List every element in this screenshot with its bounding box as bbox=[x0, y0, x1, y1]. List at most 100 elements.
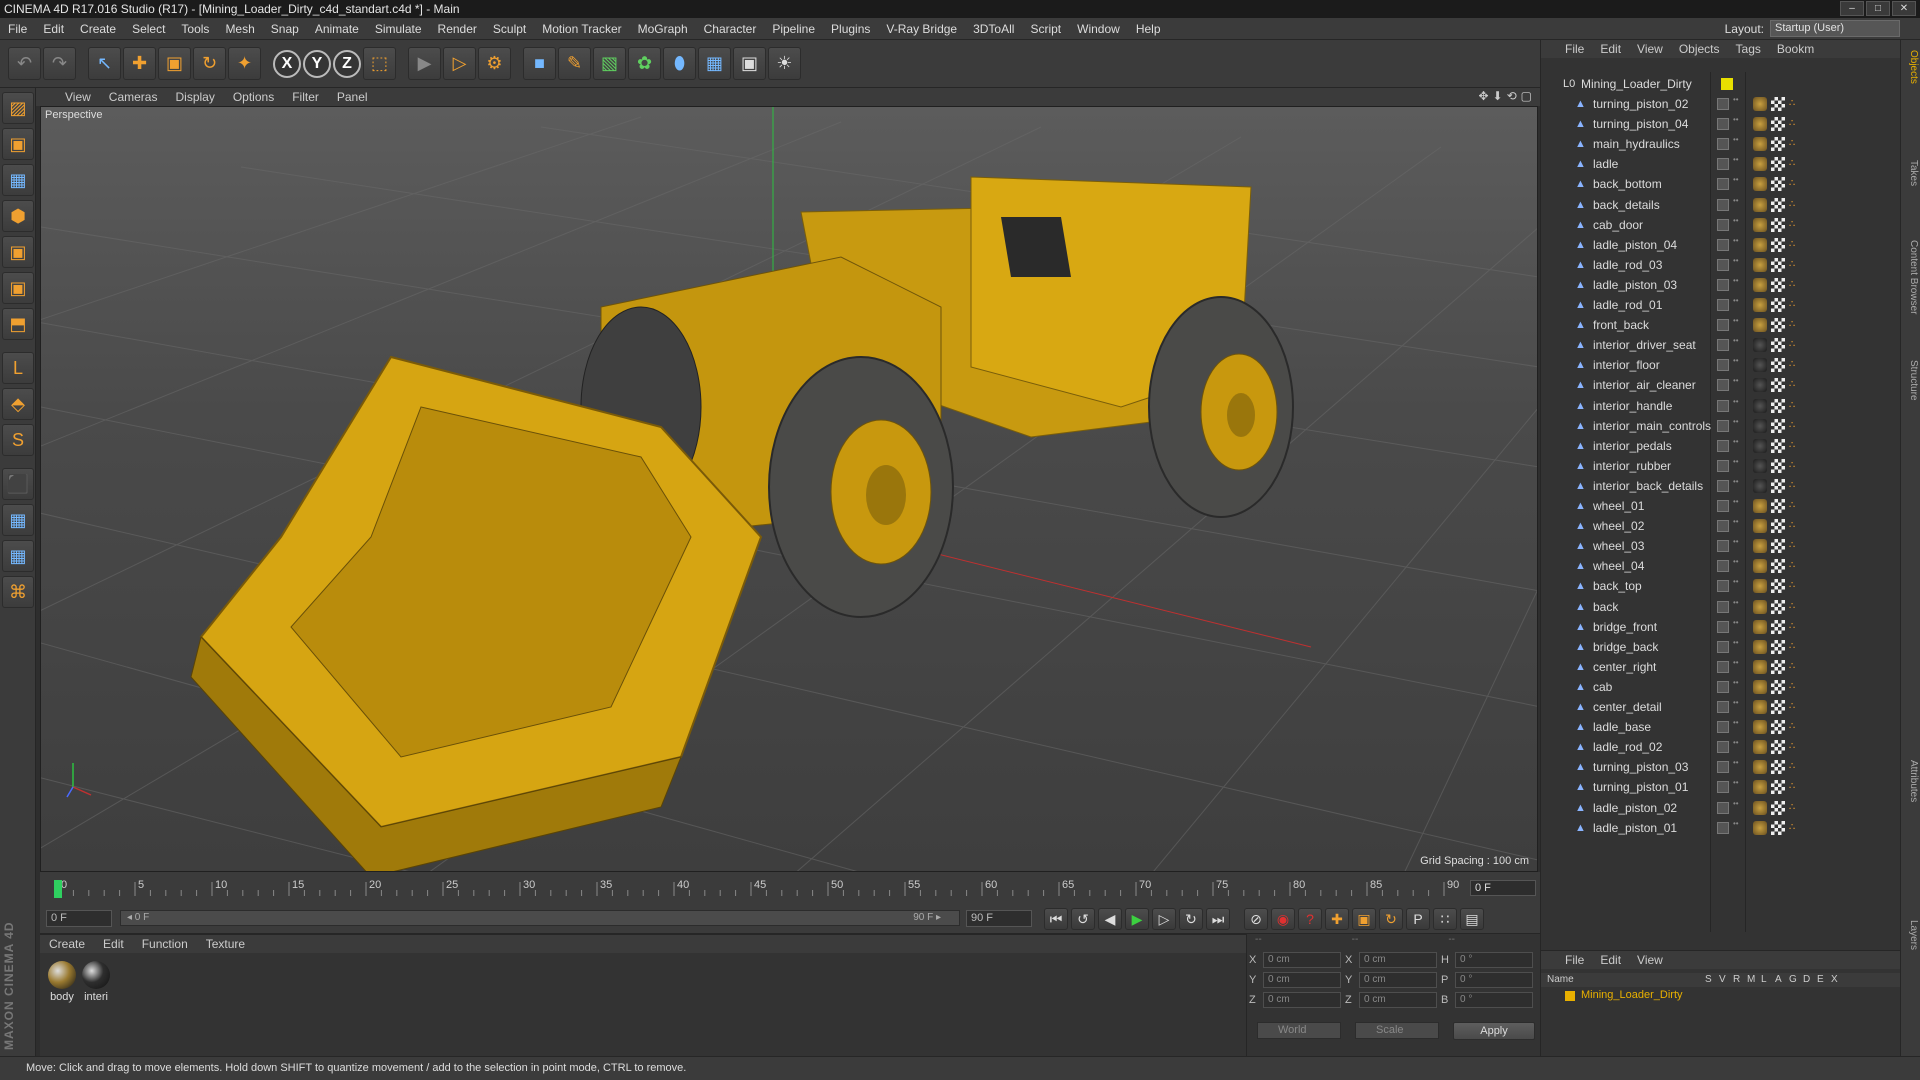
render-dots-icon[interactable]: •• bbox=[1733, 578, 1739, 594]
visibility-toggle[interactable] bbox=[1717, 479, 1729, 492]
render-dots-icon[interactable]: •• bbox=[1733, 317, 1739, 333]
material-tag-icon[interactable] bbox=[1753, 257, 1767, 272]
material-tag-icon[interactable] bbox=[1753, 298, 1767, 312]
orbit-icon[interactable]: ⟲ bbox=[1507, 89, 1517, 103]
visibility-toggle[interactable] bbox=[1717, 600, 1729, 613]
visibility-toggle[interactable] bbox=[1717, 399, 1729, 412]
viewport-menu-options[interactable]: Options bbox=[224, 90, 283, 104]
material-tag-icon[interactable] bbox=[1753, 157, 1767, 172]
visibility-toggle[interactable] bbox=[1717, 299, 1729, 311]
object-row[interactable]: ▲ ladle_rod_03 •• ∴ bbox=[1541, 255, 1901, 275]
material-tag-icon[interactable] bbox=[1753, 760, 1767, 775]
end-frame-field[interactable]: 90 F bbox=[966, 910, 1032, 927]
record-button[interactable]: ◉ bbox=[1271, 908, 1295, 930]
material-tag-icon[interactable] bbox=[1753, 358, 1767, 373]
frame-range-slider[interactable]: ◂ 0 F 90 F ▸ bbox=[120, 910, 960, 926]
render-dots-icon[interactable]: •• bbox=[1733, 196, 1739, 213]
layout-dropdown[interactable]: Startup (User) bbox=[1770, 20, 1900, 37]
selection-tag-icon[interactable]: ∴ bbox=[1789, 338, 1799, 352]
side-tab-layers[interactable]: Layers bbox=[1903, 920, 1919, 950]
left-tool-8-button[interactable]: ⬘ bbox=[2, 388, 34, 420]
selection-tag-icon[interactable]: ∴ bbox=[1789, 680, 1799, 694]
uvw-tag-icon[interactable] bbox=[1771, 800, 1785, 815]
key-param-button[interactable]: P bbox=[1406, 908, 1430, 930]
material-tag-icon[interactable] bbox=[1753, 398, 1767, 413]
selection-tag-icon[interactable]: ∴ bbox=[1789, 258, 1799, 272]
material-tag-icon[interactable] bbox=[1753, 478, 1767, 493]
menu-help[interactable]: Help bbox=[1128, 18, 1169, 40]
render-dots-icon[interactable]: •• bbox=[1733, 678, 1739, 695]
render-dots-icon[interactable]: •• bbox=[1733, 116, 1739, 132]
layer-row[interactable]: Mining_Loader_Dirty bbox=[1541, 989, 1901, 1005]
visibility-toggle[interactable] bbox=[1717, 218, 1729, 231]
object-row[interactable]: ▲ back_bottom •• ∴ bbox=[1541, 174, 1901, 194]
selection-tag-icon[interactable]: ∴ bbox=[1789, 238, 1799, 252]
visibility-toggle[interactable] bbox=[1717, 178, 1729, 191]
render-dots-icon[interactable]: •• bbox=[1733, 337, 1739, 353]
left-tool-2-button[interactable]: ▦ bbox=[2, 164, 34, 196]
render-dots-icon[interactable]: •• bbox=[1733, 417, 1739, 434]
playhead-marker[interactable] bbox=[54, 880, 62, 898]
render-dots-icon[interactable]: •• bbox=[1733, 96, 1739, 112]
left-tool-13-button[interactable]: ⌘ bbox=[2, 576, 34, 608]
close-button[interactable]: ✕ bbox=[1892, 1, 1916, 16]
timeline-ruler[interactable]: 0 5 10 15 20 25 30 35 40 45 50 55 60 65 70 75 80 85 90 bbox=[50, 876, 1460, 902]
left-tool-4-button[interactable]: ▣ bbox=[2, 236, 34, 268]
material-tag-icon[interactable] bbox=[1753, 559, 1767, 574]
timeline-frame-field[interactable]: 0 F bbox=[1470, 880, 1536, 896]
transform-tool-button[interactable]: ✦ bbox=[228, 47, 261, 80]
side-tab-takes[interactable]: Takes bbox=[1903, 160, 1919, 186]
uvw-tag-icon[interactable] bbox=[1771, 438, 1785, 453]
material-tag-icon[interactable] bbox=[1753, 137, 1767, 152]
render-dots-icon[interactable]: •• bbox=[1733, 477, 1739, 494]
object-row[interactable]: ▲ turning_piston_04 •• ∴ bbox=[1541, 114, 1901, 134]
z-axis-toggle[interactable]: Z bbox=[333, 49, 361, 78]
visibility-toggle[interactable] bbox=[1717, 801, 1729, 814]
object-row[interactable]: ▲ main_hydraulics •• ∴ bbox=[1541, 134, 1901, 154]
uvw-tag-icon[interactable] bbox=[1771, 277, 1785, 292]
material-tag-icon[interactable] bbox=[1753, 458, 1767, 473]
scale-tool-button[interactable]: ▣ bbox=[158, 47, 191, 80]
rotate-tool-button[interactable]: ↻ bbox=[193, 47, 226, 80]
render-dots-icon[interactable]: •• bbox=[1733, 357, 1739, 373]
render-dots-icon[interactable]: •• bbox=[1733, 819, 1739, 836]
maximize-view-icon[interactable]: ▢ bbox=[1521, 89, 1532, 103]
uvw-tag-icon[interactable] bbox=[1771, 478, 1785, 493]
next-key-button[interactable]: ↻ bbox=[1179, 908, 1203, 930]
play-button[interactable]: ▶ bbox=[1125, 908, 1149, 930]
selection-tag-icon[interactable]: ∴ bbox=[1789, 559, 1799, 573]
left-tool-3-button[interactable]: ⬢ bbox=[2, 200, 34, 232]
selection-tag-icon[interactable]: ∴ bbox=[1789, 519, 1799, 533]
object-row[interactable]: ▲ interior_main_controls •• ∴ bbox=[1541, 416, 1901, 436]
coord-value-field[interactable]: 0 cm bbox=[1263, 952, 1341, 968]
left-tool-12-button[interactable]: ▦ bbox=[2, 540, 34, 572]
visibility-toggle[interactable] bbox=[1717, 680, 1729, 693]
mining-loader-model[interactable] bbox=[190, 176, 1294, 872]
visibility-toggle[interactable] bbox=[1717, 198, 1729, 211]
side-tab-objects[interactable]: Objects bbox=[1903, 50, 1919, 84]
selection-tag-icon[interactable]: ∴ bbox=[1789, 640, 1799, 654]
visibility-toggle[interactable] bbox=[1717, 118, 1729, 131]
material-tag-icon[interactable] bbox=[1753, 619, 1767, 634]
left-tool-0-button[interactable]: ▨ bbox=[2, 92, 34, 124]
object-row[interactable]: ▲ center_right •• ∴ bbox=[1541, 657, 1901, 677]
object-row[interactable]: ▲ ladle_piston_03 •• ∴ bbox=[1541, 275, 1901, 295]
layer-menu-file[interactable]: File bbox=[1557, 953, 1592, 967]
material-tag-icon[interactable] bbox=[1753, 338, 1767, 353]
material-tag-icon[interactable] bbox=[1753, 599, 1767, 614]
material-tag-icon[interactable] bbox=[1753, 117, 1767, 132]
x-axis-toggle[interactable]: X bbox=[273, 49, 301, 78]
floor-button[interactable]: ▦ bbox=[698, 47, 731, 80]
key-rotation-button[interactable]: ↻ bbox=[1379, 908, 1403, 930]
menu-window[interactable]: Window bbox=[1069, 18, 1128, 40]
uvw-tag-icon[interactable] bbox=[1771, 217, 1785, 232]
render-dots-icon[interactable]: •• bbox=[1733, 297, 1739, 313]
selection-tag-icon[interactable]: ∴ bbox=[1789, 720, 1799, 734]
uvw-tag-icon[interactable] bbox=[1771, 659, 1785, 674]
render-dots-icon[interactable]: •• bbox=[1733, 498, 1739, 514]
material-tag-icon[interactable] bbox=[1753, 519, 1767, 534]
object-row[interactable]: ▲ ladle_piston_02 •• ∴ bbox=[1541, 798, 1901, 818]
visibility-toggle[interactable] bbox=[1717, 660, 1729, 673]
uvw-tag-icon[interactable] bbox=[1771, 378, 1785, 393]
coord-value-field[interactable]: 0 cm bbox=[1263, 992, 1341, 1008]
